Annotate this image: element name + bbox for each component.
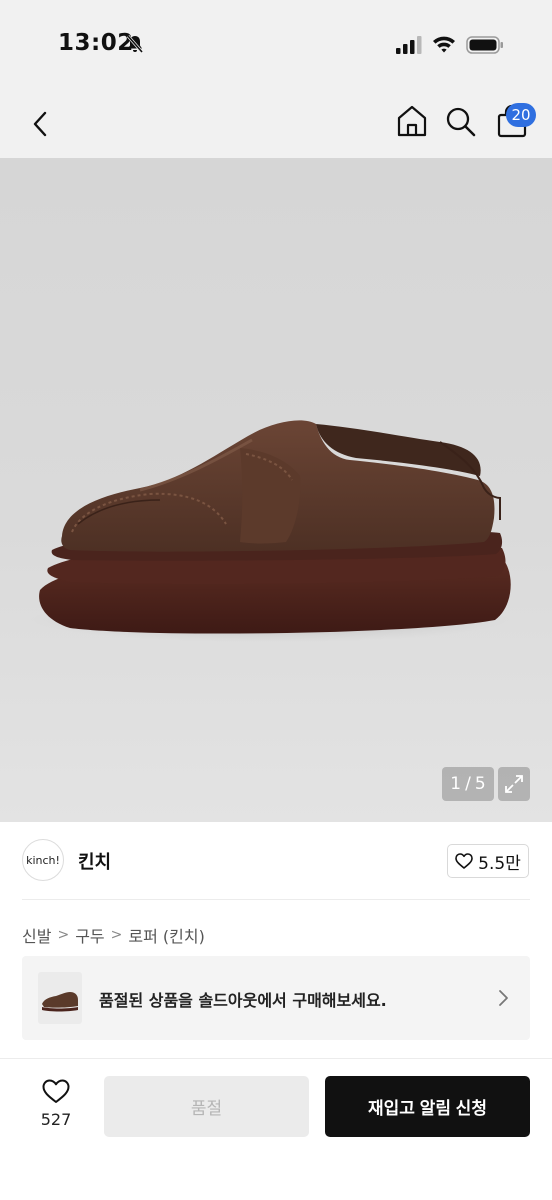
wishlist-button[interactable]: 527 (28, 1079, 84, 1139)
loafer-shoe-image (30, 420, 511, 642)
product-detail-page: 13:02 20 1 / 5 kinch! 킨치 5.5만 신발 > 구두 > … (0, 0, 552, 1200)
heart-icon (455, 853, 473, 869)
chevron-right-icon (499, 990, 508, 1006)
restock-alert-button[interactable]: 재입고 알림 신청 (325, 1076, 530, 1137)
image-page-indicator: 1 / 5 (442, 767, 494, 801)
expand-icon (505, 775, 523, 793)
status-time: 13:02 (58, 30, 134, 56)
breadcrumb-item-loafer[interactable]: 로퍼 (킨치) (128, 923, 204, 947)
product-image[interactable] (0, 158, 552, 822)
image-page-total: 5 (474, 774, 486, 794)
chevron-left-icon (33, 111, 47, 137)
cart-count-badge: 20 (506, 103, 536, 127)
soldout-resale-banner[interactable]: 품절된 상품을 솔드아웃에서 구매해보세요. (22, 956, 530, 1040)
breadcrumb-separator: > (57, 927, 70, 943)
breadcrumb-item-dress-shoes[interactable]: 구두 (75, 923, 104, 947)
bell-slash-icon (126, 35, 144, 53)
home-icon (397, 105, 427, 137)
navigation-bar (0, 90, 552, 158)
search-button[interactable] (443, 102, 479, 140)
image-page-separator: / (465, 774, 471, 794)
brand-logo[interactable]: kinch! (22, 839, 64, 881)
wishlist-count: 527 (40, 1110, 72, 1129)
battery-icon (466, 36, 503, 54)
breadcrumb-item-shoes[interactable]: 신발 (22, 923, 51, 947)
heart-icon (42, 1079, 70, 1103)
brand-like-button[interactable]: 5.5만 (447, 844, 529, 878)
image-page-current: 1 (450, 774, 462, 794)
bottom-action-bar: 527 품절 재입고 알림 신청 (0, 1059, 552, 1200)
divider (22, 899, 530, 900)
soldout-banner-text: 품절된 상품을 솔드아웃에서 구매해보세요. (99, 991, 387, 1010)
wifi-icon (433, 36, 455, 53)
back-button[interactable] (22, 104, 58, 144)
brand-like-count: 5.5만 (478, 853, 521, 874)
brand-name[interactable]: 킨치 (78, 848, 111, 874)
expand-image-button[interactable] (498, 767, 530, 801)
breadcrumb-separator: > (110, 927, 123, 943)
search-icon (446, 107, 476, 137)
status-bar: 13:02 (0, 0, 552, 90)
banner-product-thumbnail (38, 972, 82, 1024)
brand-logo-text: kinch! (26, 853, 60, 867)
loafer-thumbnail-image (42, 992, 78, 1012)
soldout-button: 품절 (104, 1076, 309, 1137)
home-button[interactable] (394, 102, 430, 140)
brand-row: kinch! 킨치 5.5만 (0, 822, 552, 900)
signal-icon (396, 36, 422, 54)
breadcrumb: 신발 > 구두 > 로퍼 (킨치) (22, 923, 205, 947)
